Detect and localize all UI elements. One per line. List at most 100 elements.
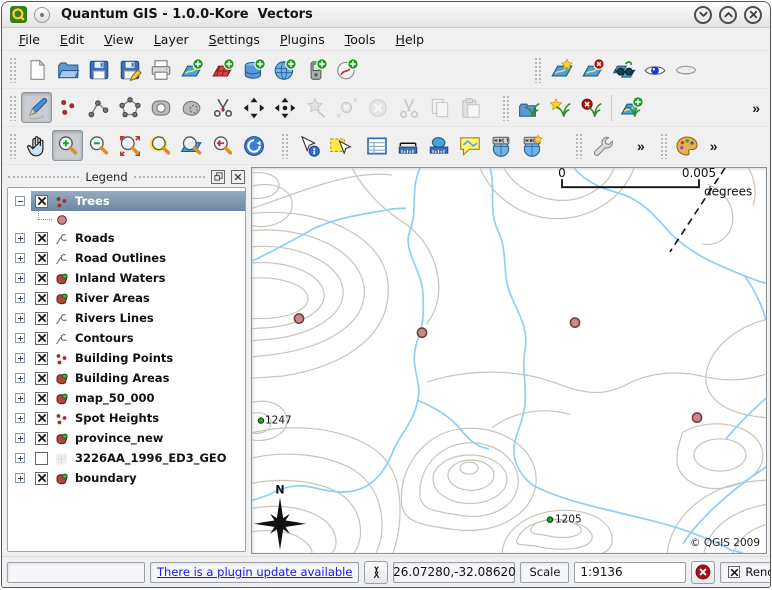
layer-checkbox[interactable] xyxy=(35,252,48,265)
add-to-overview-button[interactable] xyxy=(608,54,639,85)
add-island-button[interactable] xyxy=(176,92,207,123)
layer-checkbox[interactable] xyxy=(35,272,48,285)
hide-all-layers-button[interactable] xyxy=(670,54,701,85)
layer-checkbox[interactable] xyxy=(35,452,48,465)
expand-icon[interactable] xyxy=(15,273,25,283)
zoom-full-button[interactable] xyxy=(114,130,145,161)
toolbar-handle[interactable] xyxy=(502,95,510,121)
legend-layer-inland-waters[interactable]: Inland Waters xyxy=(8,268,245,288)
legend-layer-building-areas[interactable]: Building Areas xyxy=(8,368,245,388)
layer-checkbox[interactable] xyxy=(35,472,48,485)
legend-layer-rivers-lines[interactable]: Rivers Lines xyxy=(8,308,245,328)
add-postgis-layer-button[interactable] xyxy=(238,54,269,85)
toolbar-handle[interactable] xyxy=(660,133,668,159)
cut-features-button[interactable] xyxy=(393,92,424,123)
layer-checkbox[interactable] xyxy=(35,232,48,245)
close-button[interactable] xyxy=(744,6,762,24)
layer-label[interactable]: Spot Heights xyxy=(75,411,159,425)
toolbar-handle[interactable] xyxy=(9,133,17,159)
legend-layer-river-areas[interactable]: River Areas xyxy=(8,288,245,308)
zoom-to-layer-button[interactable] xyxy=(176,130,207,161)
measure-area-button[interactable] xyxy=(423,130,454,161)
layer-label[interactable]: Contours xyxy=(75,331,134,345)
legend-layer-3226aa-1996-ed3-geo[interactable]: 3226AA_1996_ED3_GEO xyxy=(8,448,245,468)
expand-icon[interactable] xyxy=(15,433,25,443)
expand-icon[interactable] xyxy=(15,293,25,303)
menu-edit[interactable]: Edit xyxy=(51,30,93,49)
identify-features-button[interactable] xyxy=(293,130,324,161)
toolbar-handle[interactable] xyxy=(9,95,17,121)
layer-label[interactable]: Rivers Lines xyxy=(75,311,154,325)
map-tips-button[interactable] xyxy=(454,130,485,161)
toolbar-overflow-button[interactable]: » xyxy=(703,138,725,154)
menu-help[interactable]: Help xyxy=(387,30,434,49)
menu-layer[interactable]: Layer xyxy=(145,30,198,49)
expand-icon[interactable] xyxy=(15,333,25,343)
print-composer-button[interactable] xyxy=(145,54,176,85)
layer-checkbox[interactable] xyxy=(35,372,48,385)
toolbar-handle[interactable] xyxy=(534,57,542,83)
open-project-button[interactable] xyxy=(52,54,83,85)
move-feature-button[interactable] xyxy=(238,92,269,123)
layer-checkbox[interactable] xyxy=(35,432,48,445)
toolbar-handle[interactable] xyxy=(9,57,17,83)
scale-input[interactable] xyxy=(574,562,686,583)
save-project-button[interactable] xyxy=(83,54,114,85)
remove-layer-button[interactable] xyxy=(577,54,608,85)
legend-layer-trees[interactable]: Trees xyxy=(8,191,245,211)
menu-tools[interactable]: Tools xyxy=(336,30,385,49)
legend-float-button[interactable] xyxy=(211,170,225,184)
layer-checkbox[interactable] xyxy=(35,292,48,305)
move-vertex-button[interactable] xyxy=(269,92,300,123)
save-project-as-button[interactable] xyxy=(114,54,145,85)
layer-label[interactable]: map_50_000 xyxy=(75,391,154,405)
expand-icon[interactable] xyxy=(15,353,25,363)
layer-label[interactable]: Roads xyxy=(75,231,115,245)
open-grass-mapset-button[interactable] xyxy=(514,92,545,123)
select-features-button[interactable] xyxy=(324,130,355,161)
layer-label[interactable]: province_new xyxy=(75,431,163,445)
copy-features-button[interactable] xyxy=(424,92,455,123)
zoom-in-button[interactable] xyxy=(52,130,83,161)
add-raster-layer-button[interactable] xyxy=(207,54,238,85)
split-features-button[interactable] xyxy=(207,92,238,123)
attribute-table-button[interactable] xyxy=(361,130,392,161)
capture-point-button[interactable] xyxy=(52,92,83,123)
add-vertex-button[interactable] xyxy=(300,92,331,123)
layer-checkbox[interactable] xyxy=(35,312,48,325)
layer-label[interactable]: River Areas xyxy=(75,291,150,305)
delete-vertex-button[interactable] xyxy=(331,92,362,123)
delete-selected-button[interactable] xyxy=(362,92,393,123)
palette-button[interactable] xyxy=(672,130,703,161)
new-bookmark-button[interactable] xyxy=(485,130,516,161)
expand-icon[interactable] xyxy=(15,373,25,383)
zoom-last-button[interactable] xyxy=(207,130,238,161)
expand-icon[interactable] xyxy=(15,313,25,323)
pan-map-button[interactable] xyxy=(21,130,52,161)
close-grass-mapset-button[interactable] xyxy=(576,92,607,123)
window-menu-button[interactable] xyxy=(34,7,50,23)
toolbar-overflow-button[interactable]: » xyxy=(630,138,652,154)
minimize-button[interactable] xyxy=(694,6,712,24)
add-ring-button[interactable] xyxy=(145,92,176,123)
layer-checkbox[interactable] xyxy=(35,195,48,208)
legend-close-button[interactable] xyxy=(231,170,245,184)
layer-checkbox[interactable] xyxy=(35,392,48,405)
layer-checkbox[interactable] xyxy=(35,412,48,425)
render-toggle[interactable]: Render xyxy=(720,562,771,583)
capture-polygon-button[interactable] xyxy=(114,92,145,123)
legend-layer-spot-heights[interactable]: Spot Heights xyxy=(8,408,245,428)
mouse-position-toggle-button[interactable] xyxy=(364,561,388,584)
toolbar-overflow-button[interactable]: » xyxy=(745,100,767,116)
maximize-button[interactable] xyxy=(719,6,737,24)
toolbar-handle[interactable] xyxy=(281,133,289,159)
layer-label[interactable]: 3226AA_1996_ED3_GEO xyxy=(75,451,227,465)
toolbar-handle[interactable] xyxy=(575,133,583,159)
render-checkbox[interactable] xyxy=(728,566,740,578)
toggle-editing-button[interactable] xyxy=(21,92,52,123)
expand-icon[interactable] xyxy=(15,453,25,463)
new-vector-layer-button[interactable] xyxy=(546,54,577,85)
menu-view[interactable]: View xyxy=(95,30,143,49)
expand-icon[interactable] xyxy=(15,233,25,243)
paste-features-button[interactable] xyxy=(455,92,486,123)
